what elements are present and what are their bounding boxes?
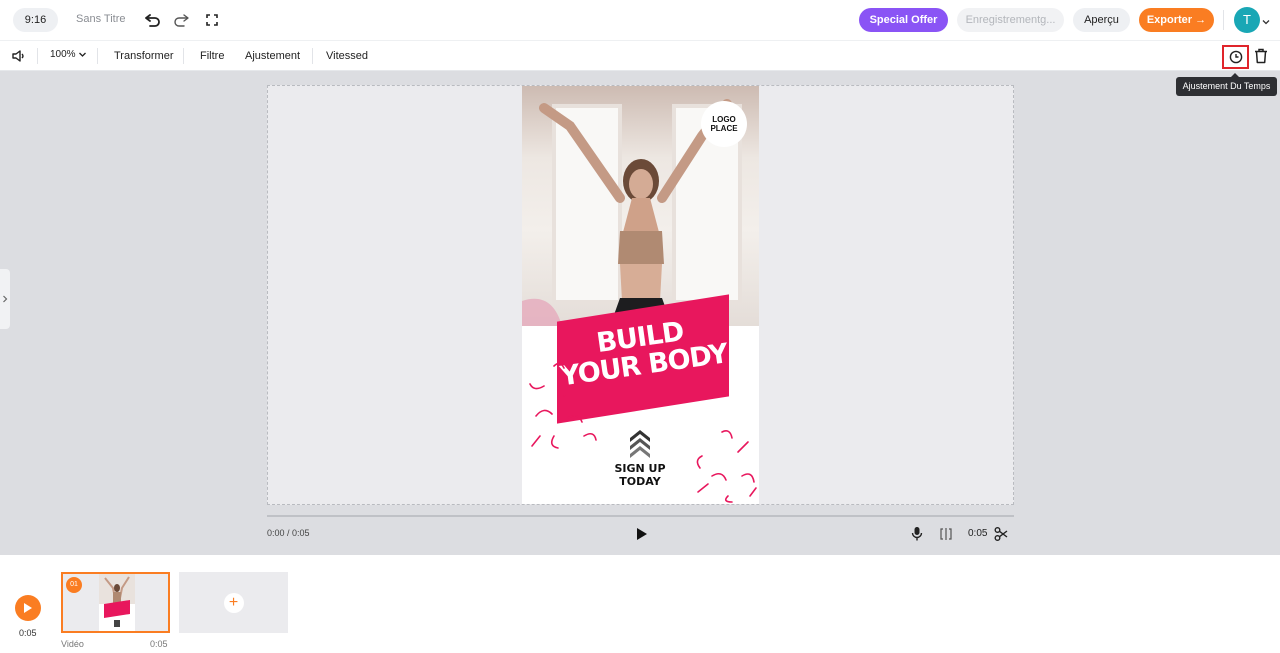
divider (312, 48, 313, 64)
tool-vitesse[interactable]: Vitessed (326, 50, 368, 62)
canvas-workspace: LOGO PLACE BUILD YOUR BODY SIGN UP TODAY… (0, 71, 1280, 555)
play-icon (637, 528, 647, 540)
tool-transformer[interactable]: Transformer (114, 50, 174, 62)
saving-status: Enregistrementg... (957, 8, 1064, 32)
canvas-frame[interactable]: LOGO PLACE BUILD YOUR BODY SIGN UP TODAY (267, 85, 1014, 505)
preview-button[interactable]: Aperçu (1073, 8, 1130, 32)
side-panel-toggle[interactable] (0, 269, 10, 329)
chevron-down-icon (78, 50, 87, 59)
export-button[interactable]: Exporter → (1139, 8, 1214, 32)
timeline-total-time: 0:05 (19, 628, 37, 638)
tool-filtre[interactable]: Filtre (200, 50, 224, 62)
timeline-play-button[interactable] (15, 595, 41, 621)
microphone-icon[interactable] (910, 526, 924, 542)
playback-progress-bar[interactable] (267, 515, 1014, 517)
playback-time: 0:00 / 0:05 (267, 528, 310, 538)
clip-number-badge: 01 (66, 577, 82, 593)
clock-icon (1229, 50, 1242, 64)
edit-toolbar: 100% Transformer Filtre Ajustement Vites… (0, 40, 1280, 71)
logo-placeholder[interactable]: LOGO PLACE (701, 101, 747, 147)
play-icon (24, 603, 32, 613)
signup-line: TODAY (619, 475, 661, 488)
trash-icon[interactable] (1254, 48, 1270, 65)
divider (97, 48, 98, 64)
squiggle-decoration (529, 362, 597, 449)
undo-icon[interactable] (143, 10, 163, 30)
signup-line: SIGN UP (614, 462, 666, 475)
time-adjust-button[interactable] (1222, 45, 1249, 69)
chevron-down-icon[interactable] (1261, 14, 1271, 25)
timeline: 0:05 01 Vidéo 0:05 + (0, 555, 1280, 653)
redo-icon[interactable] (171, 10, 191, 30)
clip-label: Vidéo (61, 639, 84, 649)
story-canvas[interactable]: LOGO PLACE BUILD YOUR BODY SIGN UP TODAY (522, 86, 759, 504)
plus-icon: + (223, 592, 244, 613)
divider (1223, 10, 1224, 30)
logo-text: PLACE (710, 124, 738, 133)
chevron-up-stack-icon (630, 430, 650, 458)
tooltip: Ajustement Du Temps (1176, 73, 1277, 96)
clip-duration: 0:05 (968, 528, 988, 539)
split-icon[interactable] (938, 526, 954, 542)
clip-duration: 0:05 (150, 639, 168, 649)
tool-ajustement[interactable]: Ajustement (245, 50, 300, 62)
signup-text[interactable]: SIGN UP TODAY (602, 462, 678, 488)
zoom-value: 100% (50, 49, 76, 60)
divider (183, 48, 184, 64)
document-title[interactable]: Sans Titre (76, 13, 126, 25)
aspect-ratio-button[interactable]: 9:16 (13, 8, 58, 32)
clip-preview-image (99, 574, 135, 631)
avatar[interactable]: T (1234, 7, 1260, 33)
divider (37, 48, 38, 64)
squiggle-decoration (696, 430, 757, 503)
scissors-icon[interactable] (994, 526, 1008, 542)
logo-text: LOGO (712, 115, 736, 124)
special-offer-button[interactable]: Special Offer (859, 8, 948, 32)
play-button[interactable] (634, 526, 650, 542)
fullscreen-icon[interactable] (202, 10, 222, 30)
chevron-right-icon (3, 295, 8, 303)
top-bar: 9:16 Sans Titre Special Offer Enregistre… (0, 0, 1280, 40)
clip-thumbnail[interactable]: 01 (61, 572, 170, 633)
add-clip-button[interactable]: + (179, 572, 288, 633)
volume-icon[interactable] (12, 49, 26, 63)
zoom-select[interactable]: 100% (50, 49, 87, 60)
